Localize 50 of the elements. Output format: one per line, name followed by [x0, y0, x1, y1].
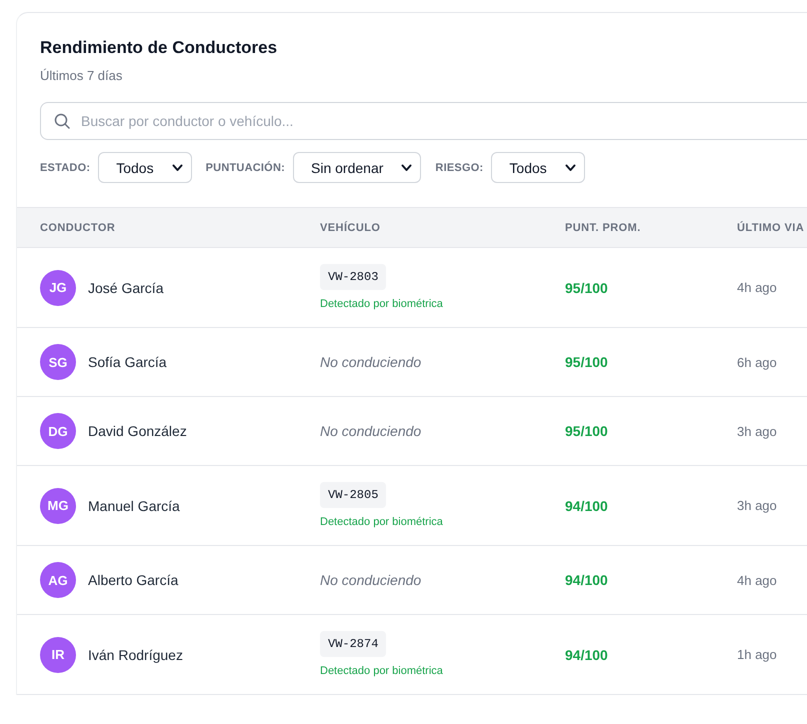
column-header: VEHÍCULO — [320, 222, 380, 234]
chevron-down-icon — [401, 164, 412, 172]
chevron-down-icon — [564, 164, 576, 172]
search-field[interactable]: Buscar por conductor o vehículo... — [40, 102, 807, 140]
filter-select[interactable]: Todos — [491, 152, 585, 183]
last-trip-time: 4h ago — [737, 280, 777, 295]
vehicle-plate: VW-2803 — [320, 264, 386, 290]
driver-name: Alberto García — [88, 572, 178, 588]
avatar: SG — [40, 344, 76, 380]
avatar: DG — [40, 413, 76, 449]
column-header: PUNT. PROM. — [565, 222, 641, 234]
driver-name: Sofía García — [88, 354, 167, 370]
column-header: ÚLTIMO VIA — [737, 222, 804, 234]
last-trip-time: 3h ago — [737, 424, 777, 438]
driver-name: Iván Rodríguez — [88, 646, 183, 662]
vehicle-plate: VW-2874 — [320, 631, 386, 657]
last-trip-time: 4h ago — [737, 572, 777, 588]
panel-subtitle: Últimos 7 días — [40, 67, 122, 85]
filter-label: RIESGO: — [435, 162, 484, 174]
detection-note: Detectado por biométrica — [320, 515, 443, 529]
detection-note: Detectado por biométrica — [320, 297, 443, 311]
avatar: IR — [40, 636, 76, 672]
avatar: AG — [40, 562, 76, 598]
last-trip-time: 1h ago — [737, 647, 777, 662]
driver-name: David González — [88, 423, 187, 439]
avatar: JG — [40, 270, 76, 306]
last-trip-time: 6h ago — [737, 354, 777, 370]
detection-note: Detectado por biométrica — [320, 664, 443, 678]
search-icon — [54, 113, 70, 129]
filter-select[interactable]: Todos — [98, 152, 192, 183]
vehicle-status: No conduciendo — [320, 572, 422, 588]
score-value: 94/100 — [565, 646, 608, 662]
score-value: 95/100 — [565, 423, 608, 439]
panel-title: Rendimiento de Conductores — [40, 37, 278, 59]
filter-label: ESTADO: — [40, 162, 90, 174]
chevron-down-icon — [172, 164, 183, 172]
avatar: MG — [40, 488, 76, 524]
score-value: 94/100 — [565, 572, 608, 588]
last-trip-time: 3h ago — [737, 498, 777, 513]
score-value: 94/100 — [565, 498, 608, 514]
vehicle-status: No conduciendo — [320, 423, 422, 439]
driver-name: Manuel García — [88, 498, 180, 514]
driver-name: José García — [88, 280, 164, 296]
vehicle-status: No conduciendo — [320, 354, 422, 370]
column-header: CONDUCTOR — [40, 222, 116, 234]
filter-select[interactable]: Sin ordenar — [293, 152, 422, 183]
score-value: 95/100 — [565, 354, 608, 370]
score-value: 95/100 — [565, 280, 608, 296]
vehicle-plate: VW-2805 — [320, 482, 386, 508]
filter-label: PUNTUACIÓN: — [206, 162, 286, 174]
